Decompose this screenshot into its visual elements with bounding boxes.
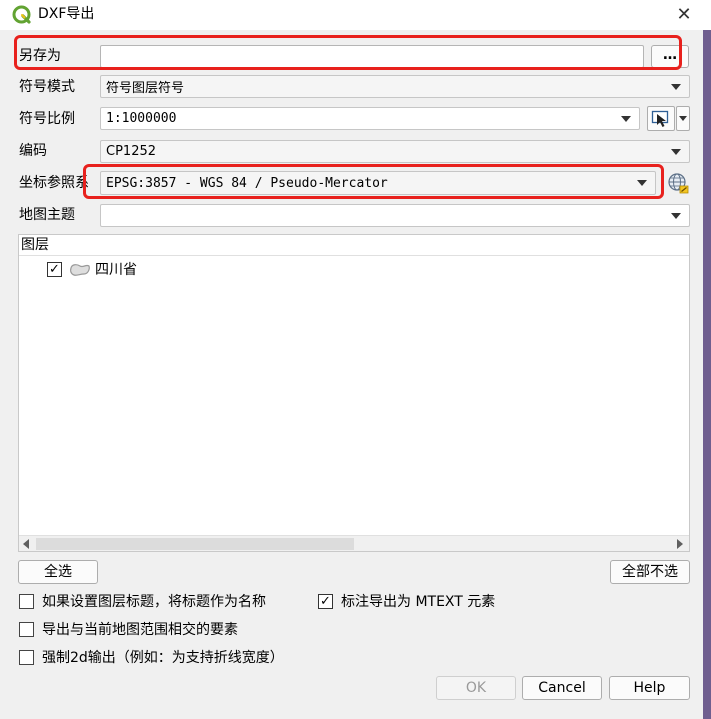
title-bar: DXF导出 ✕ <box>0 0 711 30</box>
globe-crs-icon[interactable] <box>667 172 689 194</box>
map-extent-label: 导出与当前地图范围相交的要素 <box>42 622 238 638</box>
force-2d-label: 强制2d输出（例如：为支持折线宽度） <box>42 650 284 666</box>
map-extent-checkbox[interactable] <box>19 622 34 637</box>
use-title-checkbox[interactable] <box>19 594 34 609</box>
symbology-scale-label: 符号比例 <box>19 111 75 127</box>
map-theme-label: 地图主题 <box>19 207 75 223</box>
save-as-label: 另存为 <box>19 48 61 64</box>
symbology-mode-value: 符号图层符号 <box>106 81 185 96</box>
close-icon[interactable]: ✕ <box>662 0 706 30</box>
force-2d-checkbox[interactable] <box>19 650 34 665</box>
crs-label: 坐标参照系 <box>19 175 89 191</box>
qgis-logo-icon <box>12 5 32 25</box>
symbology-mode-label: 符号模式 <box>19 79 75 95</box>
encoding-label: 编码 <box>19 143 47 159</box>
chevron-down-icon <box>679 115 687 121</box>
help-button[interactable]: Help <box>609 676 690 700</box>
cancel-button[interactable]: Cancel <box>522 676 602 700</box>
layer-name: 四川省 <box>95 262 137 278</box>
chevron-down-icon <box>637 180 647 186</box>
layers-tree[interactable]: 图层 ✓ 四川省 <box>18 234 690 552</box>
crs-select[interactable]: EPSG:3857 - WGS 84 / Pseudo-Mercator <box>100 171 656 195</box>
chevron-down-icon <box>671 212 681 219</box>
use-title-label: 如果设置图层标题，将标题作为名称 <box>42 594 266 610</box>
layers-tree-header: 图层 <box>19 235 689 256</box>
map-tool-dropdown[interactable] <box>676 106 690 131</box>
export-mtext-checkbox[interactable]: ✓ <box>318 594 333 609</box>
scroll-left-icon[interactable] <box>23 539 29 549</box>
browse-ellipsis: … <box>663 47 677 63</box>
ok-button[interactable]: OK <box>436 676 516 700</box>
symbology-mode-select[interactable]: 符号图层符号 <box>100 75 690 98</box>
map-select-tool-button[interactable] <box>647 106 675 131</box>
polygon-layer-icon <box>69 262 91 282</box>
window-frame-edge <box>703 30 711 719</box>
layer-checkbox[interactable]: ✓ <box>47 262 62 277</box>
chevron-down-icon <box>671 148 681 155</box>
chevron-down-icon <box>621 115 631 122</box>
browse-button[interactable]: … <box>651 45 689 68</box>
scroll-right-icon[interactable] <box>677 539 683 549</box>
chevron-down-icon <box>671 83 681 90</box>
list-item[interactable]: ✓ 四川省 <box>47 260 247 280</box>
map-select-icon <box>651 109 671 133</box>
map-theme-select[interactable] <box>100 204 690 227</box>
encoding-select[interactable]: CP1252 <box>100 140 690 163</box>
layers-header-label: 图层 <box>21 237 49 253</box>
crs-value: EPSG:3857 - WGS 84 / Pseudo-Mercator <box>106 175 388 191</box>
encoding-value: CP1252 <box>106 144 157 159</box>
symbology-scale-value: 1:1000000 <box>106 111 177 126</box>
scrollbar-thumb[interactable] <box>36 538 354 550</box>
horizontal-scrollbar[interactable] <box>19 535 689 551</box>
select-all-button[interactable]: 全选 <box>18 560 98 584</box>
export-mtext-label: 标注导出为 MTEXT 元素 <box>341 594 496 610</box>
symbology-scale-select[interactable]: 1:1000000 <box>100 107 640 130</box>
save-as-input[interactable] <box>100 45 644 68</box>
deselect-all-button[interactable]: 全部不选 <box>610 560 690 584</box>
window-title: DXF导出 <box>38 6 95 22</box>
